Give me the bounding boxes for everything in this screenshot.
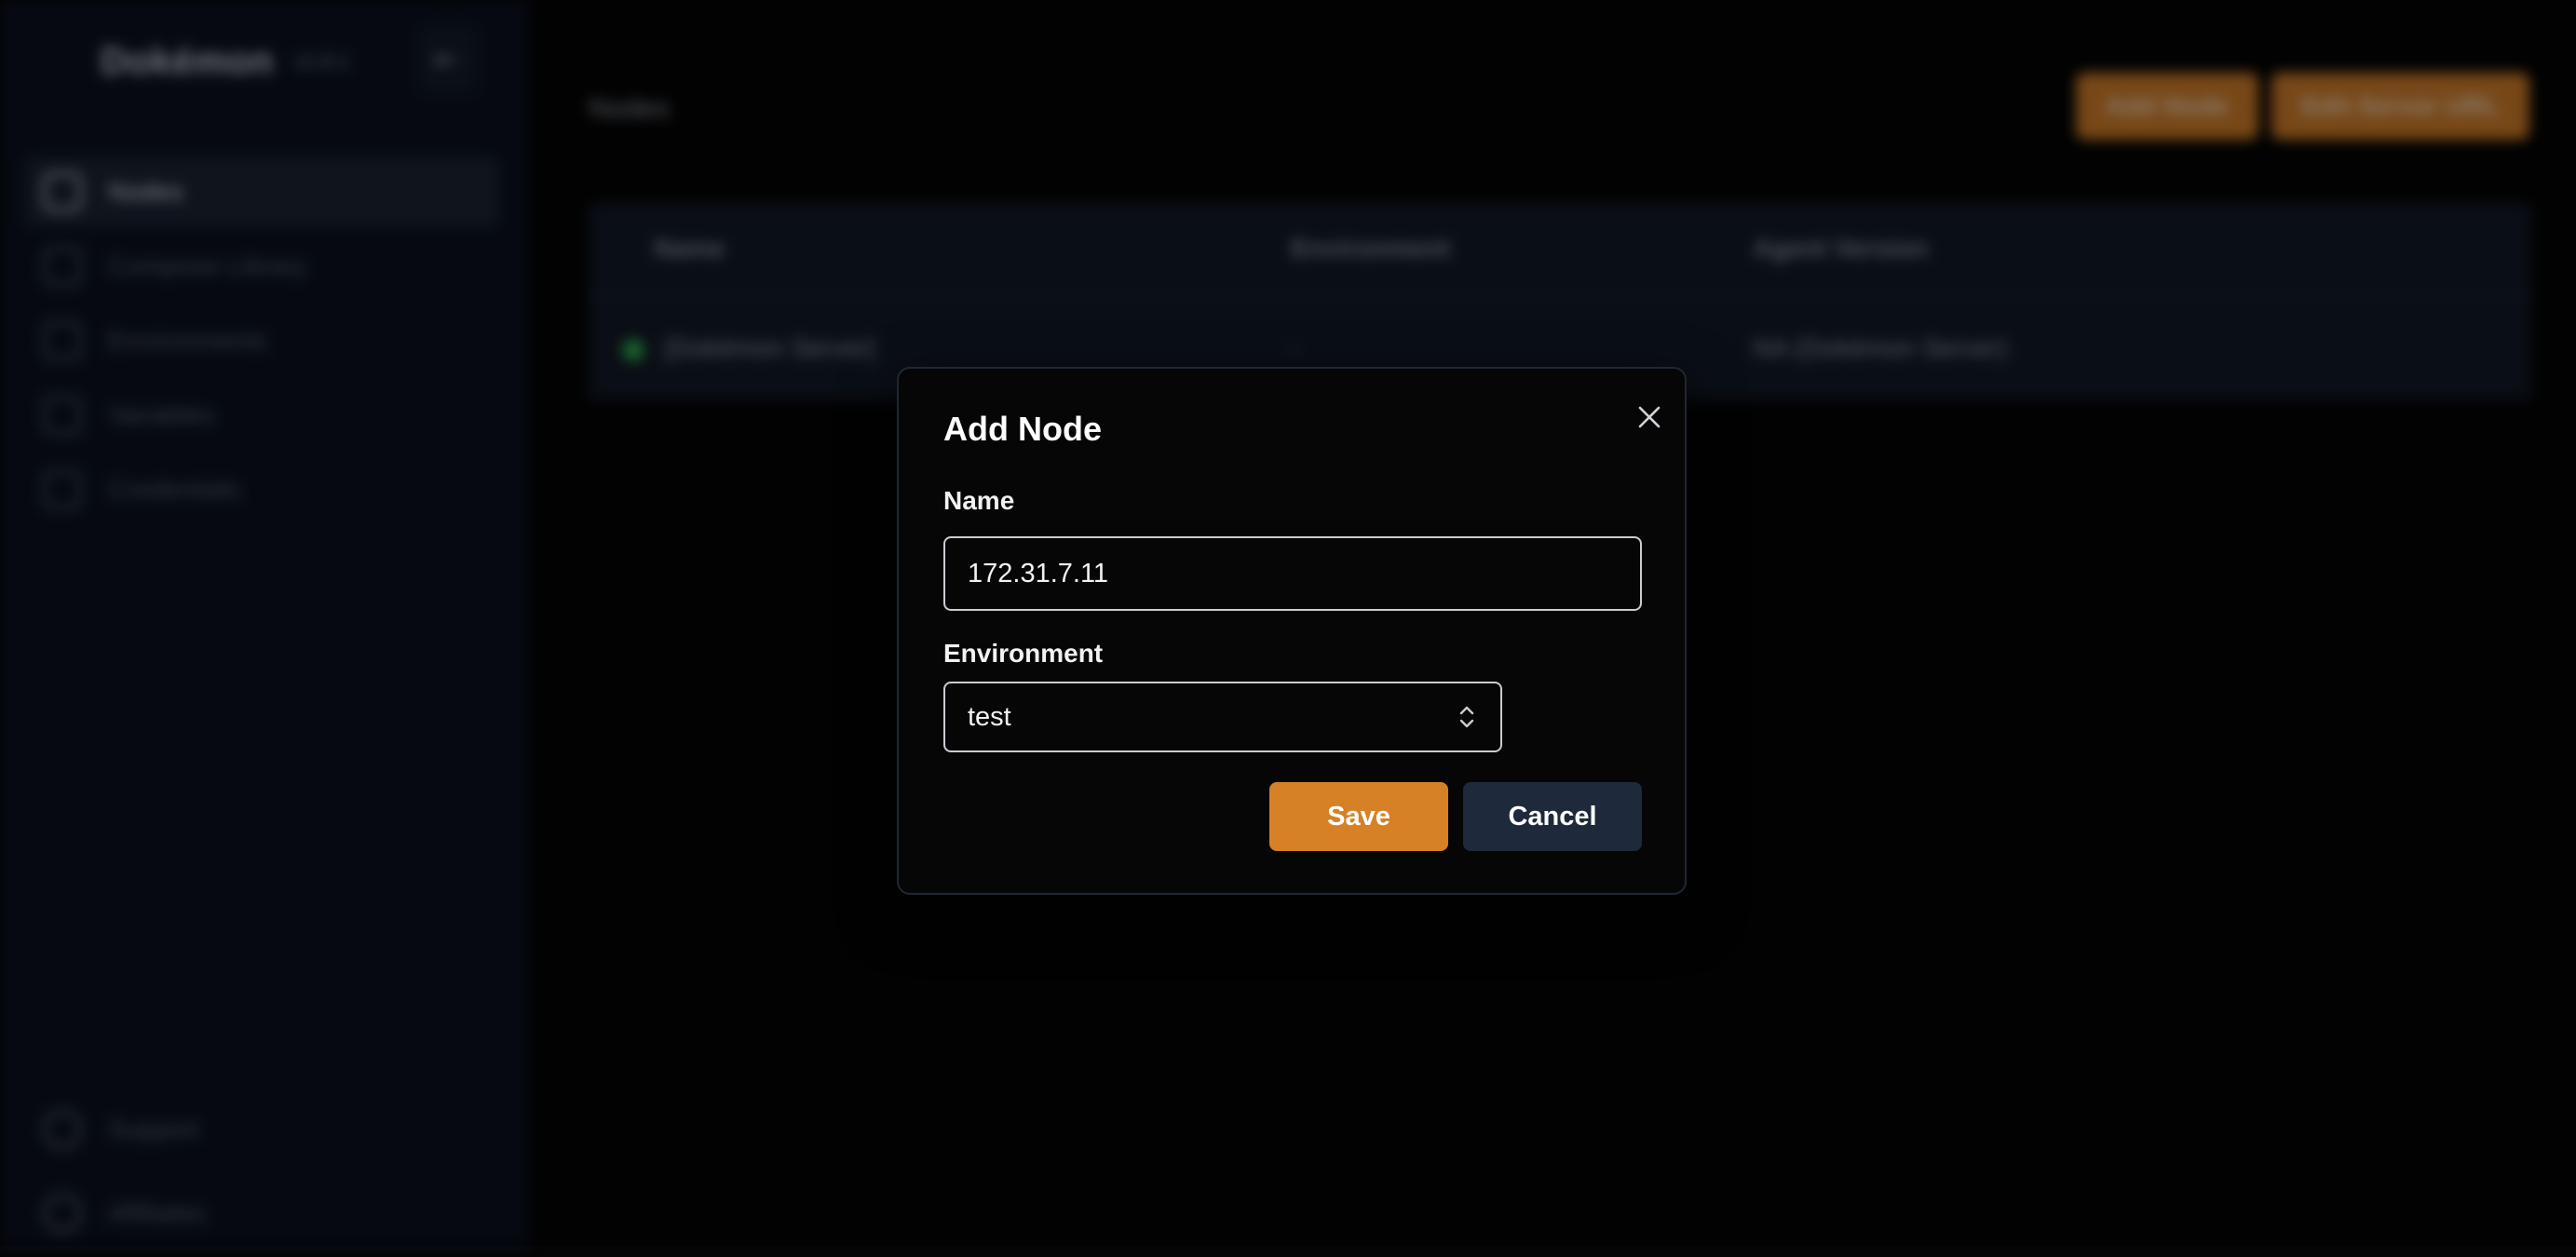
cancel-button[interactable]: Cancel [1463,782,1642,851]
dialog-title: Add Node [943,410,1102,449]
environment-select[interactable]: test [943,682,1502,752]
close-button[interactable] [1629,397,1670,438]
environment-label: Environment [943,639,1103,669]
close-icon [1637,405,1661,429]
add-node-dialog: Add Node Name Environment test Save Canc… [897,367,1687,895]
chevron-up-down-icon [1456,701,1478,733]
save-button[interactable]: Save [1269,782,1448,851]
name-input[interactable] [943,536,1642,611]
environment-select-value: test [968,702,1456,733]
name-label: Name [943,486,1014,516]
